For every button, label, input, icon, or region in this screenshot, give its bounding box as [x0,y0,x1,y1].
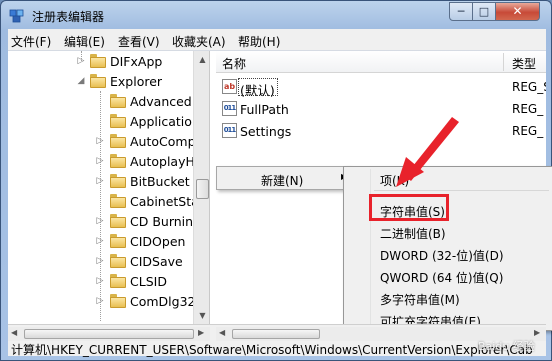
annotation-arrow-icon [396,117,459,187]
watermark-text: Baidu 经验 [478,340,535,353]
